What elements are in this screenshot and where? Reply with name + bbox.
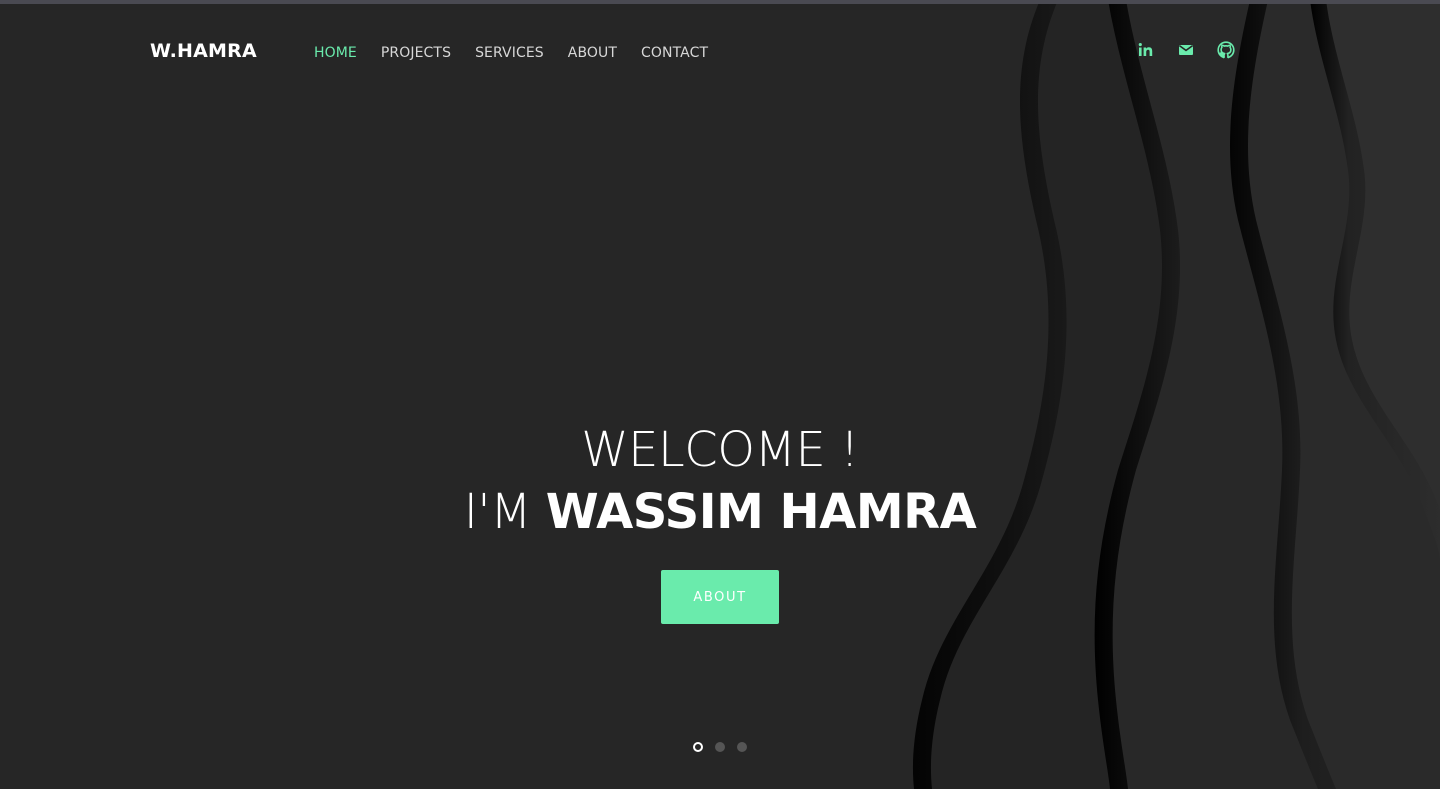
hero-name: WASSIM HAMRA — [545, 484, 977, 540]
nav-link-home[interactable]: HOME — [314, 45, 357, 61]
carousel-dot-3[interactable] — [737, 742, 747, 752]
hero-welcome-heading: WELCOME ! — [581, 422, 859, 478]
hero-name-prefix: I'M — [463, 484, 546, 540]
github-icon[interactable] — [1216, 40, 1236, 60]
hero-name-heading: I'M WASSIM HAMRA — [0, 480, 1440, 544]
hero: WELCOME ! I'M WASSIM HAMRA — [0, 420, 1440, 544]
brand-logo[interactable]: W.HAMRA — [150, 39, 257, 63]
social-links — [1136, 40, 1236, 60]
carousel-dot-2[interactable] — [715, 742, 725, 752]
carousel-dot-1[interactable] — [693, 742, 703, 752]
background-waves — [0, 0, 1440, 789]
nav-links: HOME PROJECTS SERVICES ABOUT CONTACT — [314, 42, 732, 63]
navbar: W.HAMRA HOME PROJECTS SERVICES ABOUT CON… — [0, 0, 1440, 100]
nav-link-projects[interactable]: PROJECTS — [381, 45, 451, 61]
nav-link-contact[interactable]: CONTACT — [641, 45, 708, 61]
carousel-dots — [693, 742, 747, 752]
nav-link-about[interactable]: ABOUT — [568, 45, 617, 61]
about-button[interactable]: ABOUT — [661, 570, 779, 624]
nav-link-services[interactable]: SERVICES — [475, 45, 544, 61]
mail-icon[interactable] — [1176, 40, 1196, 60]
linkedin-icon[interactable] — [1136, 40, 1156, 60]
page: W.HAMRA HOME PROJECTS SERVICES ABOUT CON… — [0, 0, 1440, 789]
